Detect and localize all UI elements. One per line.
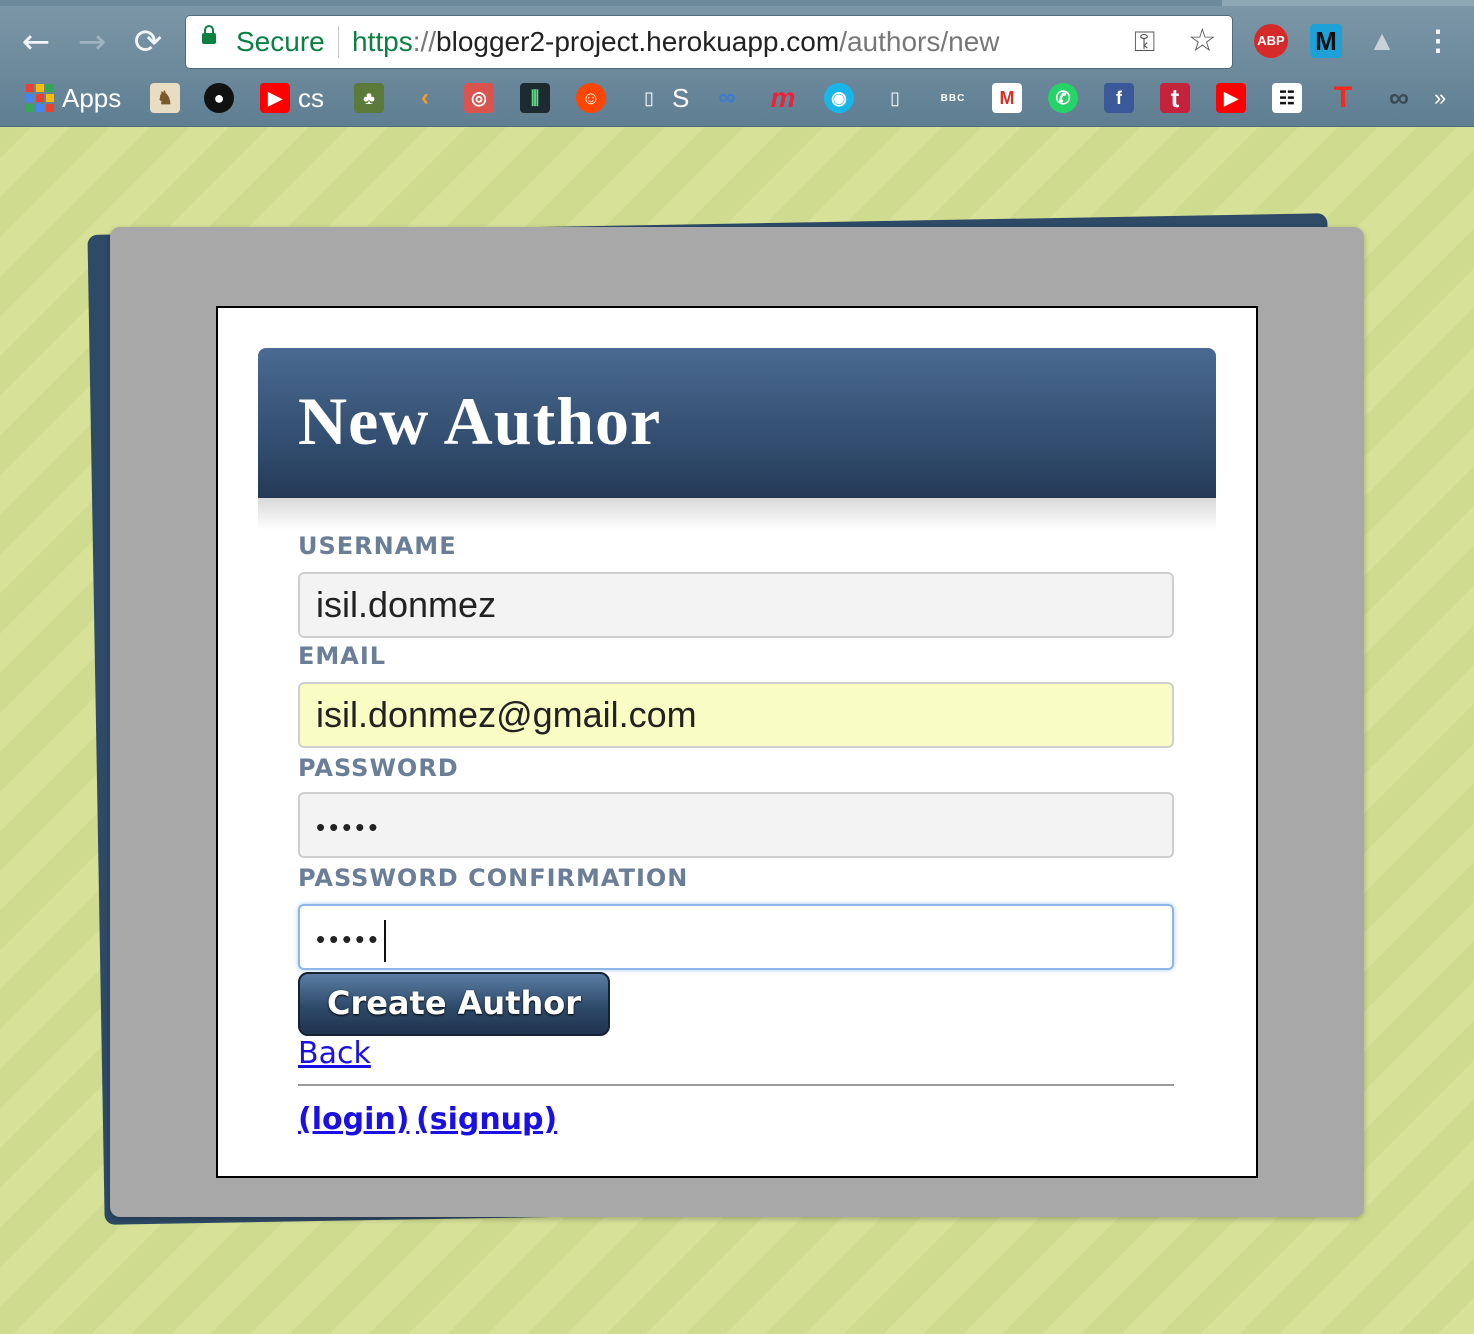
bookmark-infinity-grey[interactable]: ∞ [1384,78,1414,118]
gmail-icon: M [992,83,1022,113]
bookmark-red-square[interactable]: ◎ [464,78,494,118]
url-text[interactable]: https://blogger2-project.herokuapp.com/a… [352,24,1000,60]
username-field[interactable]: isil.donmez [298,572,1174,638]
bookmark-facebook[interactable]: f [1104,78,1134,118]
password-confirmation-field[interactable]: ••••• [298,904,1174,970]
infinity-grey-icon: ∞ [1389,82,1409,113]
apps-grid-icon [26,84,54,112]
reddit-icon: ☺ [576,83,606,113]
bookmark-youtube[interactable]: ▶ [1216,78,1246,118]
tumblr-icon: t [1160,83,1190,113]
page-icon: ▯ [890,87,900,108]
secure-label: Secure [236,26,325,57]
password-confirmation-label: PASSWORD CONFIRMATION [298,864,689,892]
password-confirmation-value: ••••• [316,924,382,954]
back-link[interactable]: Back [298,1036,371,1071]
bookmark-green[interactable]: ♣ [354,78,384,118]
bookmarks-overflow[interactable]: » [1434,78,1446,118]
leetcode-icon: ‹ [421,84,429,111]
bookmark-star-icon[interactable]: ☆ [1188,22,1217,58]
bookmark-infinity-blue[interactable]: ∞ [712,78,742,118]
bookmark-gmail[interactable]: M [992,78,1022,118]
page-icon: ▯ [644,87,654,108]
page-header: New Author [258,348,1216,498]
bookmark-cs-label: cs [298,82,324,113]
youtube-icon: ▶ [1216,83,1246,113]
bookmark-circle-blue[interactable]: ◉ [824,78,854,118]
email-label: EMAIL [298,642,387,670]
login-link[interactable]: (login) [298,1102,409,1137]
password-label: PASSWORD [298,754,459,782]
bookmark-reddit[interactable]: ☺ [576,78,606,118]
google-drive-icon[interactable]: ▲ [1366,24,1398,58]
red-square-icon: ◎ [464,83,494,113]
forward-arrow-icon[interactable]: → [72,22,112,62]
bookmark-people[interactable]: ☷ [1272,78,1302,118]
bookmark-viking[interactable]: ♞ [150,78,180,118]
back-arrow-icon[interactable]: ← [16,22,56,62]
green-leaf-icon: ♣ [354,83,384,113]
m-red-icon: m [770,82,796,113]
extension-m-icon[interactable]: M [1310,24,1342,58]
username-label: USERNAME [298,532,457,560]
text-caret [383,920,386,963]
reload-icon[interactable]: ⟳ [128,22,168,62]
content-sheet: New Author USERNAME isil.donmez EMAIL is… [216,306,1258,1178]
people-icon: ☷ [1272,83,1302,113]
key-icon[interactable]: ⚿ [1134,26,1155,58]
page-title: New Author [298,383,662,459]
bookmark-leetcode[interactable]: ‹ [410,78,440,118]
infinity-blue-icon: ∞ [718,84,736,111]
signup-link[interactable]: (signup) [416,1102,557,1137]
bookmark-youtube-cs[interactable]: ▶ cs [260,78,324,118]
bar-chart-icon: ⫼ [520,83,550,113]
bookmark-apps-label: Apps [62,82,122,113]
youtube-icon: ▶ [260,83,290,113]
browser-menu-icon[interactable]: ⋮ [1424,24,1452,58]
bookmark-github[interactable]: ● [204,78,234,118]
whatsapp-icon: ✆ [1048,83,1078,113]
bookmark-whatsapp[interactable]: ✆ [1048,78,1078,118]
omnibox-separator [338,26,339,58]
url-scheme: https [352,26,413,57]
target-icon: ◉ [824,83,854,113]
password-field[interactable]: ••••• [298,792,1174,858]
adblock-plus-icon[interactable]: ABP [1254,24,1288,58]
email-field[interactable]: isil.donmez@gmail.com [298,682,1174,748]
active-tab[interactable] [1222,0,1474,6]
browser-toolbar: ← → ⟳ Secure https://blogger2-project.he… [0,0,1474,127]
bookmarks-bar: Apps ♞ ● ▶ cs ♣ ‹ ◎ ⫼ ☺ ▯ S ∞ m ◉ ▯ BBC … [0,76,1474,122]
footer-divider [298,1084,1174,1086]
bookmark-s[interactable]: ▯ S [634,78,689,118]
bbc-icon: BBC [940,92,966,104]
lock-icon [202,25,216,44]
facebook-icon: f [1104,83,1134,113]
bookmark-tumblr[interactable]: t [1160,78,1190,118]
chevron-double-right-icon: » [1434,85,1447,110]
bookmark-page[interactable]: ▯ [880,78,910,118]
viking-icon: ♞ [150,83,180,113]
url-separator: :// [412,26,437,57]
url-host: blogger2-project.herokuapp.com [436,26,840,57]
header-shadow [258,498,1216,530]
red-t-icon: T [1333,81,1353,114]
create-author-button[interactable]: Create Author [298,972,610,1036]
bookmark-apps[interactable]: Apps [26,78,121,118]
bookmark-red-t[interactable]: T [1328,78,1358,118]
github-icon: ● [204,83,234,113]
bookmark-bbc[interactable]: BBC [936,78,970,118]
tab-strip [0,0,1474,6]
bookmark-s-label: S [672,82,690,113]
url-path: /authors/new [839,26,1000,57]
bookmark-dark-chart[interactable]: ⫼ [520,78,550,118]
address-bar[interactable]: Secure https://blogger2-project.herokuap… [186,16,1232,68]
bookmark-m-red[interactable]: m [768,78,798,118]
